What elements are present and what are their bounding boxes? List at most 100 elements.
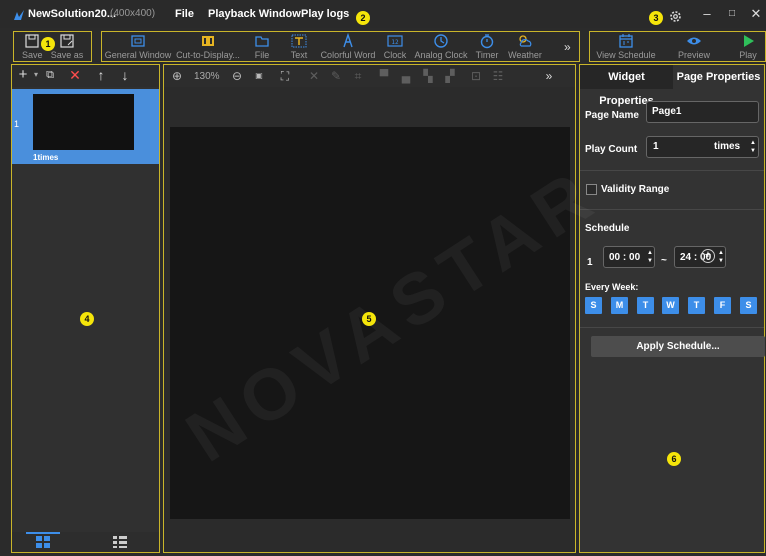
day-tuesday[interactable]: T: [637, 297, 654, 314]
end-time-up-icon[interactable]: ▲: [717, 250, 725, 257]
fit-screen-icon[interactable]: ⛶: [278, 67, 292, 85]
colorful-word-button[interactable]: Colorful Word: [318, 33, 378, 60]
text-icon: [291, 34, 307, 48]
play-count-down-icon[interactable]: ▼: [749, 148, 757, 155]
menu-play-logs[interactable]: Play logs: [301, 8, 349, 20]
gear-icon[interactable]: [669, 10, 682, 23]
annotation-badge-3: 3: [649, 11, 663, 25]
page-index: 1: [14, 119, 20, 129]
close-icon[interactable]: ✕: [748, 6, 764, 22]
general-window-button[interactable]: General Window: [103, 33, 173, 60]
list-view-icon[interactable]: [112, 535, 128, 549]
zoom-out-icon[interactable]: ⊖: [230, 67, 244, 85]
day-saturday[interactable]: S: [740, 297, 757, 314]
fill-window-icon[interactable]: ⊡: [470, 67, 482, 85]
colorful-word-icon: [343, 33, 353, 48]
start-time-value: 00 : 00: [609, 252, 641, 263]
zoom-level: 130%: [194, 71, 220, 82]
page-play-times: 1times: [33, 153, 59, 162]
bring-forward-icon[interactable]: ▚: [422, 67, 434, 85]
annotation-badge-5: 5: [362, 312, 376, 326]
day-wednesday[interactable]: W: [662, 297, 679, 314]
play-count-unit: times: [714, 141, 741, 152]
annotation-badge-6: 6: [667, 452, 681, 466]
weather-widget-button[interactable]: Weather: [505, 33, 545, 60]
align-icon[interactable]: ☷: [492, 67, 504, 85]
day-sunday[interactable]: S: [585, 297, 602, 314]
start-time-picker[interactable]: 00 : 00 ▲ ▼: [603, 246, 655, 268]
every-week-label: Every Week:: [585, 282, 639, 292]
actual-size-icon[interactable]: ▣: [252, 67, 266, 85]
window-icon: [131, 35, 145, 47]
start-time-up-icon[interactable]: ▲: [646, 250, 654, 257]
cut-to-display-button[interactable]: Cut-to-Display...: [172, 33, 244, 60]
annotation-badge-2: 2: [356, 11, 370, 25]
divider: [580, 327, 764, 328]
preview-button[interactable]: Preview: [676, 33, 712, 60]
bring-to-front-icon[interactable]: ▀: [378, 67, 390, 85]
analog-clock-button[interactable]: Analog Clock: [413, 33, 469, 60]
save-as-button[interactable]: Save as: [50, 33, 84, 60]
page-name-label: Page Name: [585, 110, 639, 121]
end-time-picker[interactable]: 24 : 00 ▲ ▼: [674, 246, 726, 268]
weather-icon: [519, 35, 532, 47]
tab-page-properties[interactable]: Page Properties: [673, 65, 764, 89]
schedule-label: Schedule: [585, 223, 630, 234]
day-thursday[interactable]: T: [688, 297, 705, 314]
schedule-row-index: 1: [587, 257, 593, 268]
maximize-icon[interactable]: □: [724, 6, 740, 22]
validity-range-checkbox[interactable]: [586, 184, 597, 195]
delete-page-icon[interactable]: ✕: [67, 66, 83, 84]
timer-widget-button[interactable]: Timer: [474, 33, 500, 60]
end-time-down-icon[interactable]: ▼: [717, 258, 725, 265]
digital-clock-icon: 12: [387, 35, 403, 47]
move-up-icon[interactable]: ↑: [93, 66, 109, 84]
annotation-badge-1: 1: [41, 37, 55, 51]
start-time-down-icon[interactable]: ▼: [646, 258, 654, 265]
save-button[interactable]: Save: [22, 33, 43, 60]
copy-page-icon[interactable]: ⧉: [42, 66, 58, 84]
add-period-icon[interactable]: +: [701, 249, 715, 263]
toolbar-more-icon[interactable]: »: [564, 40, 571, 54]
apply-schedule-button[interactable]: Apply Schedule...: [591, 336, 765, 357]
analog-clock-icon: [434, 34, 448, 48]
play-button[interactable]: Play: [736, 33, 760, 60]
text-widget-button[interactable]: Text: [288, 33, 310, 60]
svg-text:12: 12: [391, 39, 399, 46]
clock-widget-button[interactable]: 12 Clock: [382, 33, 408, 60]
pin-icon[interactable]: ✎: [330, 67, 342, 85]
save-icon: [25, 34, 39, 48]
validity-range-label: Validity Range: [601, 184, 670, 195]
day-friday[interactable]: F: [714, 297, 731, 314]
crop-icon[interactable]: ⌗: [352, 67, 364, 85]
play-count-up-icon[interactable]: ▲: [749, 140, 757, 147]
time-range-separator: ~: [661, 255, 667, 266]
divider: [580, 170, 764, 171]
canvas-toolbar: [164, 65, 575, 87]
grid-view-icon[interactable]: [35, 535, 51, 549]
play-count-value: 1: [653, 141, 659, 152]
tab-widget-properties[interactable]: Widget Properties: [580, 65, 673, 107]
day-monday[interactable]: M: [611, 297, 628, 314]
play-count-stepper[interactable]: 1 times ▲ ▼: [646, 136, 759, 158]
delete-widget-icon[interactable]: ✕: [308, 67, 320, 85]
move-down-icon[interactable]: ↓: [117, 66, 133, 84]
menu-file[interactable]: File: [175, 8, 194, 20]
grid-view-active-indicator: [26, 532, 60, 534]
view-schedule-button[interactable]: View Schedule: [596, 33, 656, 60]
film-icon: [202, 36, 214, 46]
page-name-input[interactable]: Page1: [646, 101, 759, 123]
minimize-icon[interactable]: –: [699, 6, 715, 22]
send-backward-icon[interactable]: ▞: [444, 67, 456, 85]
app-title: NewSolution20...: [28, 8, 117, 20]
zoom-in-icon[interactable]: ⊕: [170, 67, 184, 85]
play-icon: [744, 35, 754, 47]
send-to-back-icon[interactable]: ▄: [400, 67, 412, 85]
calendar-icon: [619, 34, 633, 48]
file-widget-button[interactable]: File: [252, 33, 272, 60]
canvas-tools-more-icon[interactable]: »: [542, 67, 556, 85]
eye-icon: [687, 37, 701, 45]
menu-playback-window[interactable]: Playback Window: [208, 8, 301, 20]
save-as-icon: [60, 34, 74, 48]
app-logo-icon: [14, 10, 24, 20]
